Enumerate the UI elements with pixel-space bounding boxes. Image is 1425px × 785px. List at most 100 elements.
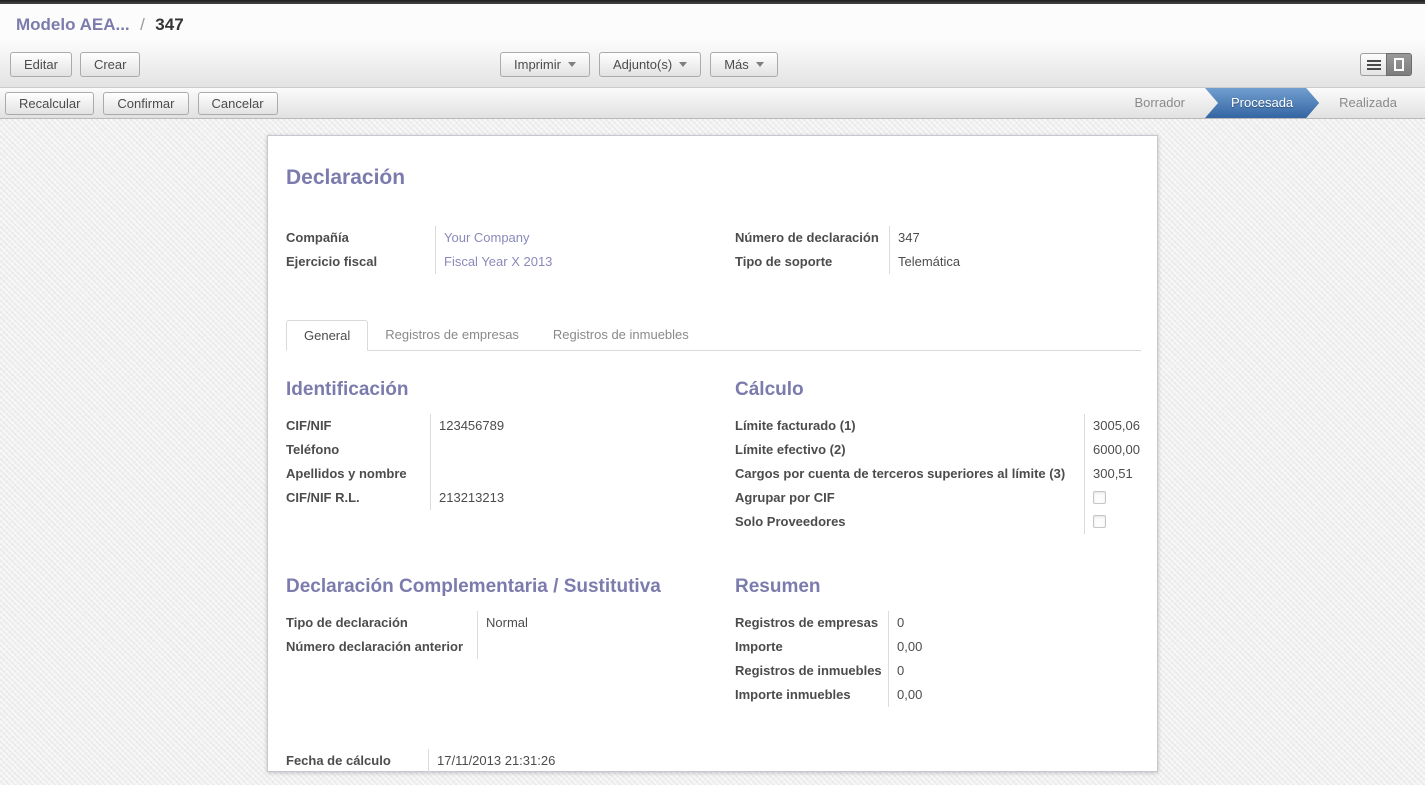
- fiscal-year-link[interactable]: Fiscal Year X 2013: [436, 250, 552, 274]
- header-fields: Compañía Your Company Ejercicio fiscal F…: [286, 226, 1141, 274]
- importe-inmuebles-value: 0,00: [889, 683, 922, 707]
- breadcrumb-parent-link[interactable]: Modelo AEA...: [16, 15, 130, 34]
- tab-registros-de-inmuebles[interactable]: Registros de inmuebles: [536, 320, 706, 351]
- support-type-value: Telemática: [890, 250, 960, 274]
- telefono-label: Teléfono: [286, 438, 431, 462]
- agrupar-por-cif-label: Agrupar por CIF: [735, 486, 1085, 510]
- numero-declaracion-anterior-value: [478, 635, 486, 659]
- status-state-realizada: Realizada: [1319, 88, 1417, 118]
- field-row-numero-declaracion-anterior: Número declaración anterior: [286, 635, 692, 659]
- caret-down-icon: [679, 62, 687, 71]
- company-link[interactable]: Your Company: [436, 226, 530, 250]
- more-dropdown-button[interactable]: Más: [710, 52, 778, 77]
- attachments-dropdown-button[interactable]: Adjunto(s): [599, 52, 701, 77]
- field-row-limite-efectivo: Límite efectivo (2) 6000,00: [735, 438, 1141, 462]
- spacer: [735, 749, 1141, 773]
- calculation-title: Cálculo: [735, 379, 1141, 401]
- declaration-number-label: Número de declaración: [735, 226, 890, 250]
- field-row-cif-nif: CIF/NIF 123456789: [286, 414, 692, 438]
- recalculate-button-label: Recalcular: [19, 96, 80, 111]
- cif-nif-rl-value: 213213213: [431, 486, 504, 510]
- cif-nif-rl-label: CIF/NIF R.L.: [286, 486, 431, 510]
- create-button[interactable]: Crear: [80, 52, 141, 77]
- solo-proveedores-value: [1085, 510, 1106, 534]
- confirm-button[interactable]: Confirmar: [103, 92, 188, 115]
- registros-empresas-label: Registros de empresas: [735, 611, 889, 635]
- field-row-limite-facturado: Límite facturado (1) 3005,06: [735, 414, 1141, 438]
- complementary-section: Declaración Complementaria / Sustitutiva…: [286, 576, 692, 707]
- tab-registros-de-empresas[interactable]: Registros de empresas: [368, 320, 536, 351]
- complementary-title: Declaración Complementaria / Sustitutiva: [286, 576, 692, 598]
- record-buttons: Editar Crear: [10, 52, 140, 77]
- field-row-importe: Importe 0,00: [735, 635, 1141, 659]
- sheet-title: Declaración: [286, 166, 1141, 190]
- identification-title: Identificación: [286, 379, 692, 401]
- breadcrumb-separator: /: [140, 15, 145, 34]
- sidebar-buttons: Imprimir Adjunto(s) Más: [500, 52, 778, 77]
- importe-label: Importe: [735, 635, 889, 659]
- edit-button-label: Editar: [24, 57, 58, 72]
- company-label: Compañía: [286, 226, 436, 250]
- calc-date-section: Fecha de cálculo 17/11/2013 21:31:26: [286, 749, 692, 773]
- field-row-registros-empresas: Registros de empresas 0: [735, 611, 1141, 635]
- field-row-fiscal-year: Ejercicio fiscal Fiscal Year X 2013: [286, 250, 692, 274]
- create-button-label: Crear: [94, 57, 127, 72]
- cif-nif-label: CIF/NIF: [286, 414, 431, 438]
- attachments-button-label: Adjunto(s): [613, 57, 672, 72]
- cancel-button[interactable]: Cancelar: [198, 92, 278, 115]
- caret-down-icon: [756, 62, 764, 71]
- form-view-button[interactable]: [1386, 53, 1412, 76]
- form-sheet: Declaración Compañía Your Company Ejerci…: [267, 135, 1158, 772]
- importe-inmuebles-label: Importe inmuebles: [735, 683, 889, 707]
- fiscal-year-label: Ejercicio fiscal: [286, 250, 436, 274]
- identification-section: Identificación CIF/NIF 123456789 Teléfon…: [286, 379, 692, 534]
- field-row-support-type: Tipo de soporte Telemática: [735, 250, 1141, 274]
- limite-efectivo-label: Límite efectivo (2): [735, 438, 1085, 462]
- tipo-declaracion-value: Normal: [478, 611, 528, 635]
- field-row-agrupar-por-cif: Agrupar por CIF: [735, 486, 1141, 510]
- field-row-telefono: Teléfono: [286, 438, 692, 462]
- form-view-icon: [1394, 58, 1404, 71]
- field-row-apellidos-nombre: Apellidos y nombre: [286, 462, 692, 486]
- field-row-registros-inmuebles: Registros de inmuebles 0: [735, 659, 1141, 683]
- print-button-label: Imprimir: [514, 57, 561, 72]
- registros-inmuebles-label: Registros de inmuebles: [735, 659, 889, 683]
- field-row-solo-proveedores: Solo Proveedores: [735, 510, 1141, 534]
- cancel-button-label: Cancelar: [212, 96, 264, 111]
- cargos-terceros-value: 300,51: [1085, 462, 1133, 486]
- agrupar-por-cif-value: [1085, 486, 1106, 510]
- summary-title: Resumen: [735, 576, 1141, 598]
- status-state-procesada: Procesada: [1205, 88, 1319, 118]
- apellidos-nombre-label: Apellidos y nombre: [286, 462, 431, 486]
- numero-declaracion-anterior-label: Número declaración anterior: [286, 635, 478, 659]
- edit-button[interactable]: Editar: [10, 52, 72, 77]
- declaration-number-value: 347: [890, 226, 920, 250]
- field-row-declaration-number: Número de declaración 347: [735, 226, 1141, 250]
- support-type-label: Tipo de soporte: [735, 250, 890, 274]
- field-row-fecha-calculo: Fecha de cálculo 17/11/2013 21:31:26: [286, 749, 692, 773]
- form-toolbar: Editar Crear Imprimir Adjunto(s) Más: [0, 40, 1425, 88]
- statusbar: Borrador Procesada Realizada: [1114, 88, 1417, 118]
- tipo-declaracion-label: Tipo de declaración: [286, 611, 478, 635]
- caret-down-icon: [568, 62, 576, 71]
- solo-proveedores-checkbox: [1093, 515, 1106, 528]
- workflow-bar: Recalcular Confirmar Cancelar Borrador P…: [0, 88, 1425, 119]
- recalculate-button[interactable]: Recalcular: [5, 92, 94, 115]
- workflow-buttons: Recalcular Confirmar Cancelar: [5, 92, 278, 115]
- summary-section: Resumen Registros de empresas 0 Importe …: [735, 576, 1141, 707]
- cargos-terceros-label: Cargos por cuenta de terceros superiores…: [735, 462, 1085, 486]
- field-row-cargos-terceros: Cargos por cuenta de terceros superiores…: [735, 462, 1141, 486]
- status-state-borrador: Borrador: [1114, 88, 1205, 118]
- telefono-value: [431, 438, 439, 462]
- field-row-importe-inmuebles: Importe inmuebles 0,00: [735, 683, 1141, 707]
- calculation-section: Cálculo Límite facturado (1) 3005,06 Lím…: [735, 379, 1141, 534]
- confirm-button-label: Confirmar: [117, 96, 174, 111]
- tab-general[interactable]: General: [286, 320, 368, 351]
- list-view-button[interactable]: [1360, 53, 1386, 76]
- list-view-icon: [1367, 59, 1381, 71]
- registros-empresas-value: 0: [889, 611, 904, 635]
- breadcrumb: Modelo AEA... / 347: [0, 4, 1425, 40]
- limite-efectivo-value: 6000,00: [1085, 438, 1140, 462]
- more-button-label: Más: [724, 57, 749, 72]
- print-dropdown-button[interactable]: Imprimir: [500, 52, 590, 77]
